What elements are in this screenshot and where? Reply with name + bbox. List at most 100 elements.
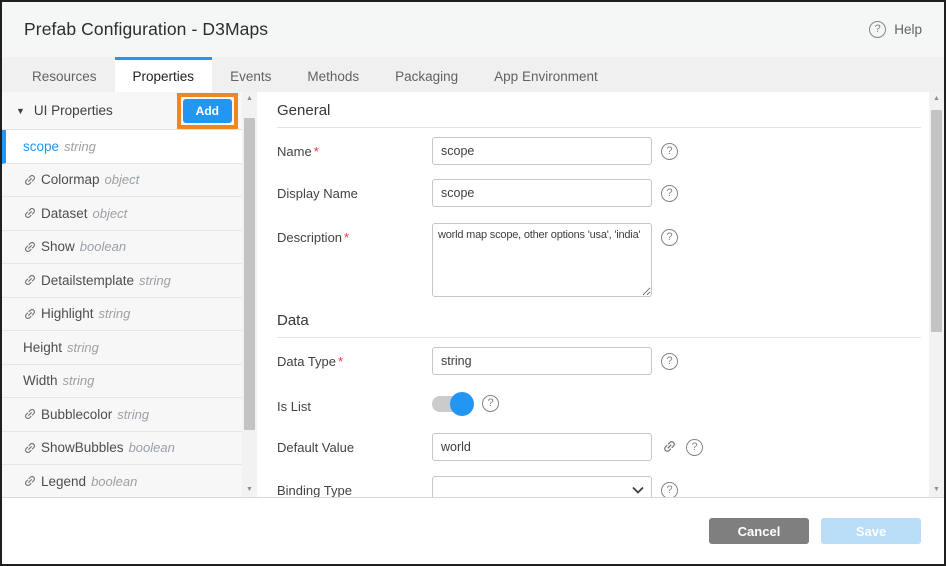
sidebar-item-colormap[interactable]: Colormap object (2, 164, 242, 198)
data-type-row: Data Type* ? (277, 347, 921, 375)
section-data-title: Data (277, 309, 921, 338)
sidebar-ui-properties: ▼ UI Properties Add scope string Colorma… (2, 92, 242, 497)
help-icon[interactable]: ? (661, 482, 678, 497)
data-type-input[interactable] (432, 347, 652, 375)
required-asterisk: * (314, 144, 319, 159)
is-list-row: Is List ? (277, 392, 921, 414)
scroll-up-icon[interactable]: ▲ (242, 92, 257, 106)
binding-type-select[interactable] (432, 476, 652, 497)
property-type: object (105, 172, 140, 187)
description-textarea[interactable]: world map scope, other options 'usa', 'i… (432, 223, 652, 297)
property-name: Width (23, 373, 58, 388)
name-input[interactable] (432, 137, 652, 165)
help-icon[interactable]: ? (661, 185, 678, 202)
sidebar-item-legend[interactable]: Legend boolean (2, 465, 242, 497)
binding-link-icon (23, 273, 37, 287)
help-icon[interactable]: ? (482, 395, 499, 412)
property-type: boolean (129, 440, 175, 455)
display-name-label: Display Name (277, 179, 432, 201)
is-list-toggle[interactable] (432, 396, 472, 412)
add-property-button[interactable]: Add (183, 99, 232, 123)
sidebar-item-bubblecolor[interactable]: Bubblecolor string (2, 398, 242, 432)
binding-link-icon (23, 474, 37, 488)
tab-properties[interactable]: Properties (115, 57, 213, 92)
default-value-row: Default Value ? (277, 433, 921, 461)
name-label: Name* (277, 137, 432, 159)
property-type: boolean (91, 474, 137, 489)
sidebar-item-showbubbles[interactable]: ShowBubbles boolean (2, 432, 242, 466)
property-name: Bubblecolor (41, 407, 112, 422)
default-value-input[interactable] (432, 433, 652, 461)
property-type: object (93, 206, 128, 221)
help-icon[interactable]: ? (661, 353, 678, 370)
property-type: string (99, 306, 131, 321)
dialog-body: ▼ UI Properties Add scope string Colorma… (2, 92, 944, 498)
scroll-down-icon[interactable]: ▼ (929, 483, 944, 497)
sidebar-item-dataset[interactable]: Dataset object (2, 197, 242, 231)
sidebar-item-highlight[interactable]: Highlight string (2, 298, 242, 332)
property-name: Highlight (41, 306, 94, 321)
property-name: Dataset (41, 206, 88, 221)
sidebar-title: UI Properties (34, 103, 113, 118)
bind-property-link-icon[interactable] (662, 439, 677, 454)
description-row: Description* world map scope, other opti… (277, 223, 921, 297)
main-scrollbar-thumb[interactable] (931, 110, 942, 332)
property-name: Colormap (41, 172, 100, 187)
section-general-title: General (277, 99, 921, 128)
tab-resources[interactable]: Resources (14, 57, 115, 92)
binding-link-icon (23, 240, 37, 254)
property-name: Show (41, 239, 75, 254)
binding-type-row: Binding Type ? (277, 476, 921, 497)
save-button[interactable]: Save (821, 518, 921, 544)
sidebar-scrollbar[interactable]: ▲ ▼ (242, 92, 257, 497)
tab-packaging[interactable]: Packaging (377, 57, 476, 92)
help-icon[interactable]: ? (661, 143, 678, 160)
prefab-configuration-dialog: Prefab Configuration - D3Maps ? Help Res… (0, 0, 946, 566)
sidebar-item-show[interactable]: Show boolean (2, 231, 242, 265)
sidebar-scrollbar-thumb[interactable] (244, 118, 255, 430)
tab-methods[interactable]: Methods (289, 57, 377, 92)
binding-link-icon (23, 441, 37, 455)
property-name: scope (23, 139, 59, 154)
main-scrollbar[interactable]: ▲ ▼ (929, 92, 944, 497)
binding-type-label: Binding Type (277, 476, 432, 497)
property-list: scope string Colormap object Dataset obj… (2, 130, 242, 497)
properties-form: General Name* ? Display Name ? Descripti… (257, 92, 929, 497)
scroll-down-icon[interactable]: ▼ (242, 483, 257, 497)
dialog-footer: Cancel Save (2, 498, 944, 564)
property-name: Legend (41, 474, 86, 489)
help-label: Help (894, 22, 922, 37)
cancel-button[interactable]: Cancel (709, 518, 809, 544)
help-icon: ? (869, 21, 886, 38)
sidebar-item-height[interactable]: Height string (2, 331, 242, 365)
display-name-row: Display Name ? (277, 179, 921, 207)
toggle-knob-icon (450, 392, 474, 416)
collapse-caret-icon[interactable]: ▼ (16, 106, 25, 116)
property-name: ShowBubbles (41, 440, 124, 455)
property-type: string (63, 373, 95, 388)
property-type: string (67, 340, 99, 355)
dialog-header: Prefab Configuration - D3Maps ? Help (2, 2, 944, 57)
scroll-up-icon[interactable]: ▲ (929, 92, 944, 106)
display-name-input[interactable] (432, 179, 652, 207)
required-asterisk: * (338, 354, 343, 369)
sidebar-item-detailstemplate[interactable]: Detailstemplate string (2, 264, 242, 298)
name-row: Name* ? (277, 137, 921, 165)
tab-app-environment[interactable]: App Environment (476, 57, 616, 92)
help-button[interactable]: ? Help (869, 21, 922, 38)
sidebar-item-scope[interactable]: scope string (2, 130, 242, 164)
help-icon[interactable]: ? (686, 439, 703, 456)
description-label: Description* (277, 223, 432, 245)
data-type-label: Data Type* (277, 347, 432, 369)
is-list-label: Is List (277, 392, 432, 414)
default-value-label: Default Value (277, 433, 432, 455)
property-type: string (117, 407, 149, 422)
help-icon[interactable]: ? (661, 229, 678, 246)
property-type: string (64, 139, 96, 154)
binding-link-icon (23, 407, 37, 421)
tab-events[interactable]: Events (212, 57, 289, 92)
dialog-title: Prefab Configuration - D3Maps (24, 19, 268, 40)
binding-type-select-wrap (432, 476, 652, 497)
sidebar-item-width[interactable]: Width string (2, 365, 242, 399)
required-asterisk: * (344, 230, 349, 245)
